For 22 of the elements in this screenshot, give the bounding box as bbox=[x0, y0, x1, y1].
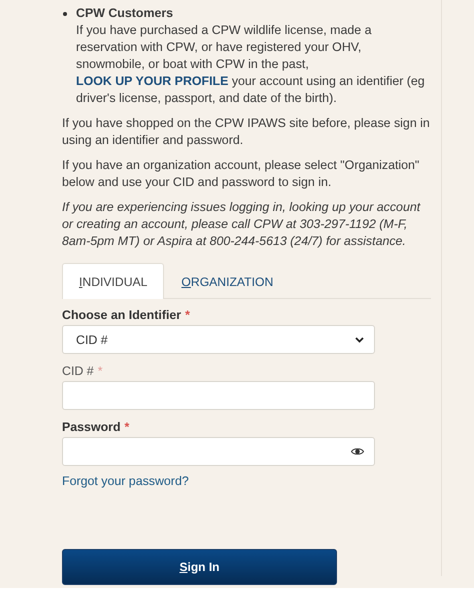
profile-link[interactable]: LOOK UP YOUR PROFILE bbox=[76, 74, 228, 88]
identifier-select[interactable]: CID # bbox=[62, 325, 375, 354]
help-note: If you are experiencing issues logging in, looking up your account or creating an account, please call CPW at 303-297-1192 (M-F, 8am-5pm MT) or Aspira at 800-244-5613 (24/7) for assistance. bbox=[62, 199, 422, 250]
info-text: If you have shopped on the CPW IPAWS site before, please sign in using an identifier and password. bbox=[62, 115, 431, 149]
required-mark: * bbox=[124, 420, 130, 434]
password-input[interactable] bbox=[62, 437, 375, 466]
field-label: CID # bbox=[62, 364, 94, 378]
bullet-icon bbox=[63, 12, 67, 16]
field-label: Choose an Identifier bbox=[62, 308, 182, 322]
tab[interactable]: ORGANIZATION bbox=[164, 263, 290, 299]
tab[interactable]: INDIVIDUAL bbox=[62, 263, 164, 299]
field-label: Password bbox=[62, 420, 121, 434]
info-text: If you have an organization account, please select "Organization" below and use your CID and password to sign in. bbox=[62, 157, 420, 191]
sign-in-button[interactable]: Sign In bbox=[62, 549, 337, 585]
description-text: If you have purchased a CPW wildlife license, made a reservation with CPW, or have registered your OHV, snowmobile, or boat with CPW in the past, LOOK UP YOUR PROFILE your account using an identifier (eg driver's license, passport, and date of the birth). bbox=[76, 22, 426, 107]
eye-icon[interactable] bbox=[351, 447, 364, 456]
required-mark: * bbox=[185, 308, 190, 322]
chevron-down-icon bbox=[355, 336, 364, 342]
forgot-password-link[interactable]: Forgot your password? bbox=[62, 474, 189, 488]
cid-input[interactable] bbox=[62, 381, 375, 410]
section-heading: CPW Customers bbox=[76, 5, 174, 22]
required-mark: * bbox=[98, 364, 103, 378]
